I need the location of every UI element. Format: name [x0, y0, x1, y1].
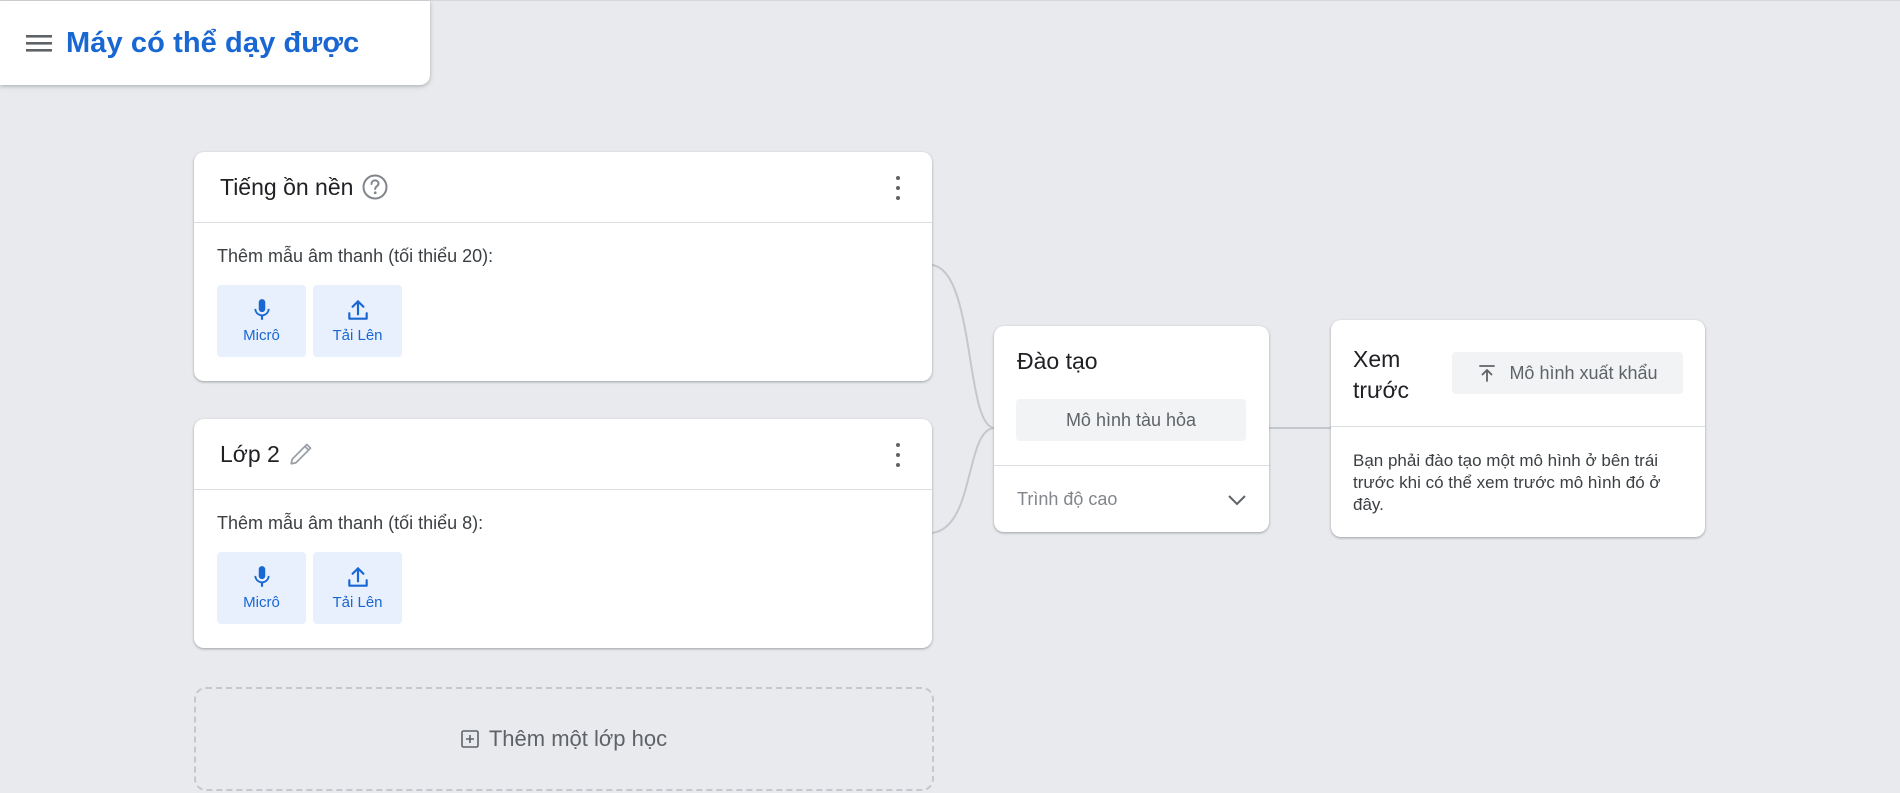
training-title: Đào tạo: [1017, 348, 1098, 374]
class-name[interactable]: Tiếng ồn nền: [220, 174, 353, 201]
class-card-header: Lớp 2: [194, 419, 932, 490]
class-card-background-noise: Tiếng ồn nền Thêm mẫu âm thanh (tối thiể…: [194, 152, 932, 381]
upload-button[interactable]: Tải Lên: [313, 285, 402, 357]
microphone-button[interactable]: Micrô: [217, 552, 306, 624]
preview-title: Xem trước: [1353, 346, 1410, 403]
help-icon[interactable]: [361, 173, 389, 201]
upload-button[interactable]: Tải Lên: [313, 552, 402, 624]
training-card: Đào tạo Mô hình tàu hỏa Trình độ cao: [994, 326, 1269, 532]
class-card-header: Tiếng ồn nền: [194, 152, 932, 223]
export-label: Mô hình xuất khẩu: [1509, 362, 1658, 383]
chevron-down-icon: [1228, 495, 1246, 506]
divider: [1331, 426, 1705, 427]
add-class-label: Thêm một lớp học: [488, 726, 668, 751]
microphone-button[interactable]: Micrô: [217, 285, 306, 357]
export-model-button[interactable]: Mô hình xuất khẩu: [1452, 352, 1683, 394]
class-options-icon[interactable]: [894, 443, 902, 467]
preview-message: Bạn phải đào tạo một mô hình ở bên trái …: [1353, 451, 1661, 514]
class-card-class-2: Lớp 2 Thêm mẫu âm thanh (tối thiểu 8): M…: [194, 419, 932, 648]
microphone-icon: [253, 299, 270, 320]
samples-label: Thêm mẫu âm thanh (tối thiểu 20):: [217, 246, 494, 266]
class-options-icon[interactable]: [894, 176, 902, 200]
upload-icon: [347, 567, 368, 587]
upload-label: Tải Lên: [332, 327, 383, 344]
add-box-icon: [461, 730, 479, 748]
add-class-button[interactable]: Thêm một lớp học: [194, 687, 934, 791]
advanced-toggle[interactable]: Trình độ cao: [994, 466, 1269, 532]
upload-label: Tải Lên: [332, 594, 383, 611]
advanced-label: Trình độ cao: [1017, 488, 1118, 509]
export-icon: [1479, 365, 1496, 382]
class-name[interactable]: Lớp 2: [220, 441, 280, 468]
train-model-button[interactable]: Mô hình tàu hỏa: [1016, 399, 1246, 441]
upload-icon: [347, 300, 368, 320]
preview-card: Xem trước Mô hình xuất khẩu Bạn phải đào…: [1331, 320, 1705, 537]
samples-label: Thêm mẫu âm thanh (tối thiểu 8):: [217, 513, 484, 533]
microphone-label: Micrô: [243, 594, 280, 611]
edit-icon[interactable]: [288, 441, 314, 467]
microphone-label: Micrô: [243, 327, 280, 344]
microphone-icon: [253, 566, 270, 587]
